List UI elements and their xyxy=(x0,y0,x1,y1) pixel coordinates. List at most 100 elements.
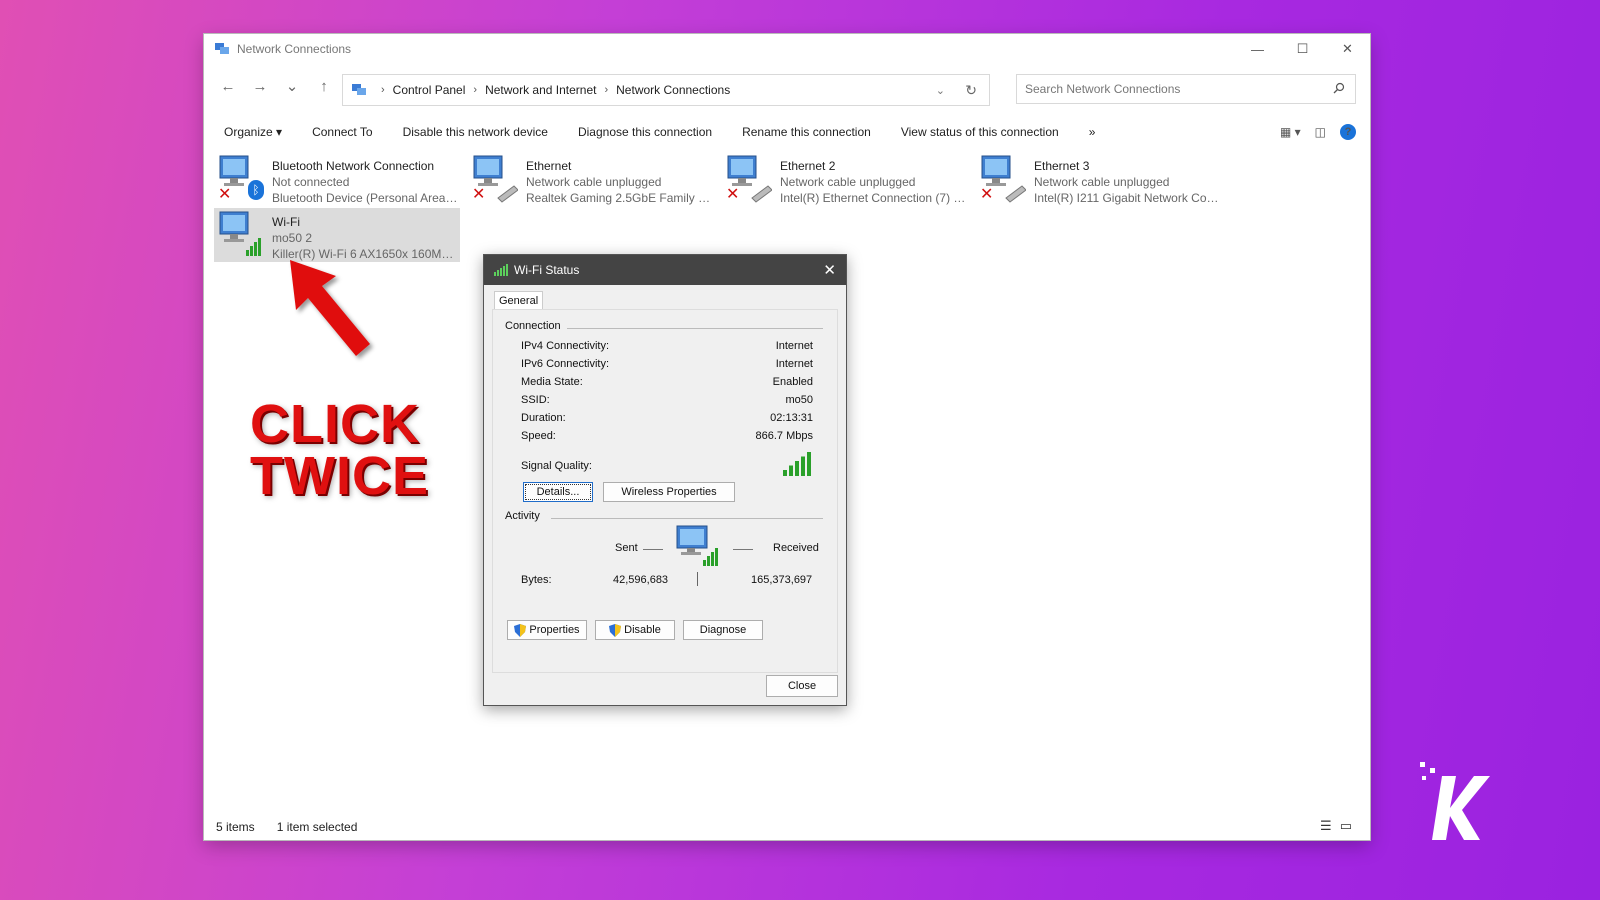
window-title: Network Connections xyxy=(237,42,352,56)
connection-ethernet-3[interactable]: ✕ Ethernet 3 Network cable unplugged Int… xyxy=(976,152,1222,206)
network-connections-app-icon xyxy=(215,43,229,54)
speed-label: Speed: xyxy=(521,430,556,442)
disconnected-x-icon: ✕ xyxy=(980,186,994,203)
breadcrumb-chevron-icon: › xyxy=(381,84,385,96)
diagnose-button[interactable]: Diagnose xyxy=(683,620,763,640)
signal-bar xyxy=(807,452,811,476)
dialog-title: Wi-Fi Status xyxy=(514,263,580,277)
diagnose-connection-button[interactable]: Diagnose this connection xyxy=(578,125,712,139)
disable-label: Disable xyxy=(624,624,661,636)
bytes-received: 165,373,697 xyxy=(751,574,813,586)
up-button[interactable]: ↑ xyxy=(312,74,336,98)
disconnected-x-icon: ✕ xyxy=(726,186,740,203)
signal-quality-label: Signal Quality: xyxy=(521,460,592,472)
wifi-signal-icon xyxy=(494,264,508,276)
network-adapter-icon: ✕ xyxy=(472,154,519,204)
connection-status: Network cable unplugged xyxy=(526,175,662,189)
search-icon[interactable] xyxy=(1333,82,1345,94)
connection-ethernet[interactable]: ✕ Ethernet Network cable unplugged Realt… xyxy=(468,152,714,206)
close-icon[interactable]: ✕ xyxy=(823,261,836,279)
signal-quality-icon xyxy=(783,452,811,476)
ssid-row: SSID: mo50 xyxy=(521,394,813,406)
divider xyxy=(567,328,823,329)
network-adapter-icon: ✕ xyxy=(726,154,773,204)
ipv6-label: IPv6 Connectivity: xyxy=(521,358,610,370)
dialog-title-bar: Wi-Fi Status ✕ xyxy=(484,255,846,285)
recent-locations-button[interactable]: ⌄ xyxy=(280,74,304,98)
search-box[interactable]: Search Network Connections xyxy=(1016,74,1356,104)
uac-shield-icon xyxy=(609,623,622,637)
address-dropdown-icon[interactable]: ⌄ xyxy=(936,84,945,97)
uac-shield-icon xyxy=(514,623,527,637)
view-status-button[interactable]: View status of this connection xyxy=(901,125,1059,139)
back-button[interactable]: ← xyxy=(216,74,240,98)
media-state-label: Media State: xyxy=(521,376,583,388)
ipv6-value: Internet xyxy=(775,358,813,370)
wifi-status-dialog: Wi-Fi Status ✕ General Connection IPv4 C… xyxy=(483,254,847,706)
refresh-icon[interactable]: ↻ xyxy=(965,82,977,99)
connection-ethernet-2[interactable]: ✕ Ethernet 2 Network cable unplugged Int… xyxy=(722,152,968,206)
window-controls: — ☐ ✕ xyxy=(1235,34,1370,64)
rename-connection-button[interactable]: Rename this connection xyxy=(742,125,871,139)
close-button[interactable]: Close xyxy=(766,675,838,697)
received-line xyxy=(733,549,753,550)
disable-button[interactable]: Disable xyxy=(595,620,675,640)
signal-bar xyxy=(783,470,787,476)
annotation-line-1: CLICK xyxy=(250,394,420,454)
connection-status: Network cable unplugged xyxy=(780,175,916,189)
large-icons-view-icon[interactable]: ▭ xyxy=(1340,818,1352,834)
sent-line xyxy=(643,549,663,550)
connect-to-button[interactable]: Connect To xyxy=(312,125,373,139)
breadcrumb-network-and-internet[interactable]: Network and Internet xyxy=(485,83,596,97)
organize-menu[interactable]: Organize ▾ xyxy=(224,125,282,139)
connection-status: mo50 2 xyxy=(272,231,313,245)
disconnected-x-icon: ✕ xyxy=(472,186,486,203)
breadcrumb-network-connections[interactable]: Network Connections xyxy=(616,83,730,97)
address-bar[interactable]: › Control Panel › Network and Internet ›… xyxy=(342,74,990,106)
status-bar: 5 items 1 item selected xyxy=(216,820,357,834)
media-state-row: Media State: Enabled xyxy=(521,376,813,388)
bytes-divider xyxy=(697,572,698,586)
wireless-properties-button[interactable]: Wireless Properties xyxy=(603,482,735,502)
signal-bar xyxy=(795,461,799,476)
control-panel-icon xyxy=(352,84,366,95)
close-window-button[interactable]: ✕ xyxy=(1325,34,1370,64)
connection-device: Intel(R) Ethernet Connection (7) I... xyxy=(780,191,966,205)
preview-pane-icon[interactable]: ◫ xyxy=(1315,125,1326,139)
maximize-button[interactable]: ☐ xyxy=(1280,34,1325,64)
k-logo-watermark xyxy=(1420,762,1490,840)
search-input[interactable]: Search Network Connections xyxy=(1025,82,1180,96)
breadcrumb-control-panel[interactable]: Control Panel xyxy=(393,83,466,97)
connection-bluetooth[interactable]: ✕ ᛒ Bluetooth Network Connection Not con… xyxy=(214,152,460,206)
general-tab-panel: Connection IPv4 Connectivity: Internet I… xyxy=(492,309,838,673)
ipv4-value: Internet xyxy=(775,340,813,352)
click-twice-annotation: CLICK TWICE xyxy=(250,394,429,503)
network-activity-icon xyxy=(676,525,718,566)
minimize-button[interactable]: — xyxy=(1235,34,1280,64)
media-state-value: Enabled xyxy=(772,376,813,388)
change-view-icon[interactable]: ▦ ▾ xyxy=(1280,125,1301,139)
bytes-label: Bytes: xyxy=(521,574,552,586)
speed-row: Speed: 866.7 Mbps xyxy=(521,430,813,442)
duration-value: 02:13:31 xyxy=(770,412,813,424)
forward-button[interactable]: → xyxy=(248,74,272,98)
properties-button[interactable]: Properties xyxy=(507,620,587,640)
tab-general[interactable]: General xyxy=(494,291,544,310)
connection-name: Ethernet xyxy=(526,159,572,173)
wifi-adapter-icon xyxy=(218,210,264,260)
signal-bar xyxy=(789,465,793,476)
details-view-icon[interactable]: ☰ xyxy=(1320,818,1332,834)
bytes-sent: 42,596,683 xyxy=(613,574,669,586)
connection-wifi[interactable]: Wi-Fi mo50 2 Killer(R) Wi-Fi 6 AX1650x 1… xyxy=(214,208,460,262)
signal-quality-row: Signal Quality: xyxy=(521,452,813,476)
help-icon[interactable]: ? xyxy=(1340,124,1356,140)
disable-device-button[interactable]: Disable this network device xyxy=(403,125,548,139)
ipv4-label: IPv4 Connectivity: xyxy=(521,340,610,352)
details-button[interactable]: Details... xyxy=(523,482,593,502)
received-label: Received xyxy=(773,542,819,554)
disconnected-x-icon: ✕ xyxy=(218,186,232,203)
connection-device: Realtek Gaming 2.5GbE Family Co... xyxy=(526,191,712,205)
item-count: 5 items xyxy=(216,820,255,834)
more-commands-button[interactable]: » xyxy=(1089,125,1096,139)
connection-status: Network cable unplugged xyxy=(1034,175,1170,189)
